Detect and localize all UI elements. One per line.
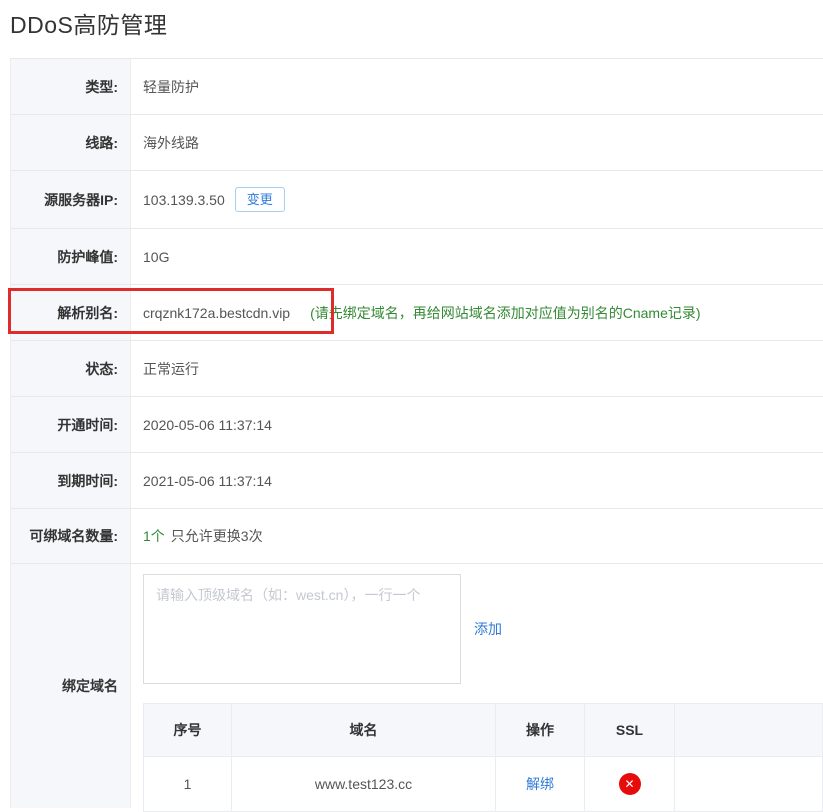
quota-count: 1个: [143, 526, 165, 546]
cname-alias-text: crqznk172a.bestcdn.vip: [143, 305, 290, 321]
row-peak: 防护峰值: 10G: [11, 229, 823, 285]
domain-input-textarea[interactable]: [143, 574, 461, 684]
origin-ip-text: 103.139.3.50: [143, 192, 225, 208]
row-status: 状态: 正常运行: [11, 341, 823, 397]
row-line-value: 海外线路: [131, 115, 823, 170]
domain-table-header-row: 序号 域名 操作 SSL: [144, 704, 823, 757]
row-open-time-label: 开通时间:: [11, 397, 131, 452]
col-header-index: 序号: [144, 704, 232, 757]
col-header-ssl: SSL: [585, 704, 675, 757]
row-status-label: 状态:: [11, 341, 131, 396]
domain-table-row: 1 www.test123.cc 解绑 ✕: [144, 757, 823, 812]
unbind-link[interactable]: 解绑: [526, 776, 554, 792]
add-domain-link[interactable]: 添加: [474, 619, 502, 639]
quota-limit-text: 只允许更换3次: [171, 526, 263, 546]
row-expire-time-value: 2021-05-06 11:37:14: [131, 453, 823, 508]
domain-row-name: www.test123.cc: [232, 757, 496, 812]
bound-domain-table: 序号 域名 操作 SSL 1 www.test123.cc 解绑 ✕: [143, 703, 823, 812]
row-bind-domain: 绑定域名 添加 序号 域名 操作 SSL: [11, 564, 823, 808]
row-type: 类型: 轻量防护: [11, 59, 823, 115]
row-expire-time: 到期时间: 2021-05-06 11:37:14: [11, 453, 823, 509]
ssl-disabled-icon[interactable]: ✕: [619, 773, 641, 795]
col-header-domain: 域名: [232, 704, 496, 757]
row-origin-ip-value: 103.139.3.50 变更: [131, 171, 823, 228]
domain-row-index: 1: [144, 757, 232, 812]
row-bind-domain-label: 绑定域名: [11, 564, 131, 808]
domain-row-empty-cell: [675, 757, 823, 812]
page-title: DDoS高防管理: [10, 6, 167, 40]
row-type-value: 轻量防护: [131, 59, 823, 114]
row-peak-label: 防护峰值:: [11, 229, 131, 284]
row-peak-value: 10G: [131, 229, 823, 284]
col-header-empty: [675, 704, 823, 757]
row-origin-ip: 源服务器IP: 103.139.3.50 变更: [11, 171, 823, 229]
row-open-time-value: 2020-05-06 11:37:14: [131, 397, 823, 452]
cname-hint-text: (请先绑定域名，再给网站域名添加对应值为别名的Cname记录): [310, 303, 700, 323]
row-line-label: 线路:: [11, 115, 131, 170]
row-status-value: 正常运行: [131, 341, 823, 396]
bind-domain-area: 添加 序号 域名 操作 SSL 1: [131, 564, 823, 808]
row-origin-ip-label: 源服务器IP:: [11, 171, 131, 228]
row-domain-quota: 可绑域名数量: 1个 只允许更换3次: [11, 509, 823, 564]
row-domain-quota-label: 可绑域名数量:: [11, 509, 131, 563]
row-open-time: 开通时间: 2020-05-06 11:37:14: [11, 397, 823, 453]
row-type-label: 类型:: [11, 59, 131, 114]
row-cname-alias-value: crqznk172a.bestcdn.vip (请先绑定域名，再给网站域名添加对…: [131, 285, 823, 340]
add-domain-row: 添加: [143, 574, 823, 684]
detail-table: 类型: 轻量防护 线路: 海外线路 源服务器IP: 103.139.3.50 变…: [10, 58, 823, 808]
row-line: 线路: 海外线路: [11, 115, 823, 171]
row-expire-time-label: 到期时间:: [11, 453, 131, 508]
row-domain-quota-value: 1个 只允许更换3次: [131, 509, 823, 563]
row-cname-alias: 解析别名: crqznk172a.bestcdn.vip (请先绑定域名，再给网…: [11, 285, 823, 341]
row-cname-alias-label: 解析别名:: [11, 285, 131, 340]
change-ip-button[interactable]: 变更: [235, 187, 285, 212]
col-header-action: 操作: [496, 704, 585, 757]
